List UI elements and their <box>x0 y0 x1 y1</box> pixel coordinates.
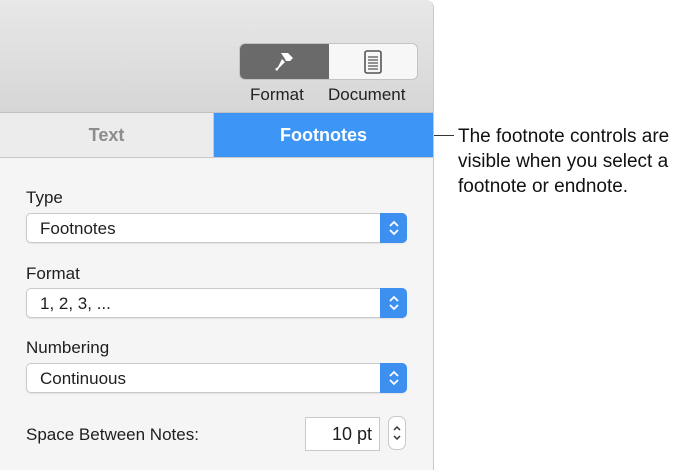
document-button[interactable] <box>328 44 417 79</box>
numbering-value: Continuous <box>40 369 127 388</box>
format-label: Format <box>250 85 304 104</box>
format-sidebar: Format Document Text Footnotes Type Foot… <box>0 0 434 470</box>
numbering-select[interactable]: Continuous <box>26 363 407 393</box>
chevron-updown-icon <box>380 213 407 243</box>
tab-bar: Text Footnotes <box>0 113 433 158</box>
paintbrush-icon <box>275 52 294 71</box>
type-select[interactable]: Footnotes <box>26 213 407 243</box>
document-icon <box>363 49 382 74</box>
spacing-stepper[interactable] <box>388 416 406 450</box>
inspector-segmented-control <box>239 43 418 80</box>
chevron-updown-icon <box>380 363 407 393</box>
spacing-input[interactable]: 10 pt <box>305 417 380 451</box>
tab-text[interactable]: Text <box>0 113 214 157</box>
format-field-label: Format <box>26 264 80 283</box>
chevron-updown-icon <box>380 288 407 318</box>
document-label: Document <box>328 85 406 104</box>
callout-text: The footnote controls are visible when y… <box>458 126 670 197</box>
format-button[interactable] <box>240 44 329 79</box>
type-label: Type <box>26 188 63 207</box>
type-value: Footnotes <box>40 219 116 238</box>
tab-footnotes[interactable]: Footnotes <box>214 113 433 157</box>
toolbar: Format Document <box>0 0 433 113</box>
callout-line <box>434 135 454 136</box>
spacing-label: Space Between Notes: <box>26 425 199 444</box>
numbering-label: Numbering <box>26 338 110 357</box>
format-value: 1, 2, 3, ... <box>40 294 111 313</box>
format-select[interactable]: 1, 2, 3, ... <box>26 288 407 318</box>
